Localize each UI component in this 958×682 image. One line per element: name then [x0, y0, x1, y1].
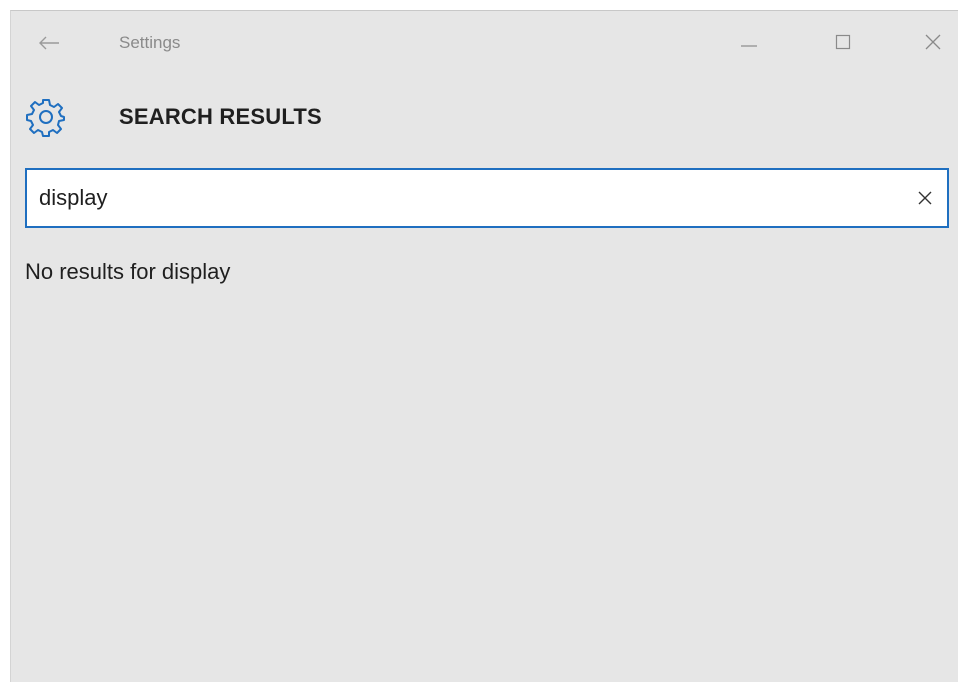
search-input[interactable]: [27, 170, 887, 226]
gear-icon: [25, 96, 67, 138]
title-bar: Settings: [11, 11, 958, 71]
back-button[interactable]: [33, 29, 65, 57]
minimize-button[interactable]: [726, 25, 772, 59]
page-header: SEARCH RESULTS: [25, 95, 322, 139]
back-arrow-icon: [39, 36, 59, 50]
minimize-icon: [741, 45, 757, 47]
maximize-icon: [835, 34, 851, 50]
maximize-button[interactable]: [820, 25, 866, 59]
close-icon: [925, 34, 941, 50]
clear-icon: [918, 191, 932, 205]
close-button[interactable]: [910, 25, 956, 59]
settings-window: Settings SEARCH RESULTS display No resul…: [10, 10, 958, 682]
page-title: SEARCH RESULTS: [119, 104, 322, 129]
window-title: Settings: [119, 33, 181, 52]
no-results-message: No results for display: [25, 259, 231, 284]
search-box[interactable]: [25, 168, 949, 228]
clear-search-button[interactable]: [909, 182, 941, 214]
